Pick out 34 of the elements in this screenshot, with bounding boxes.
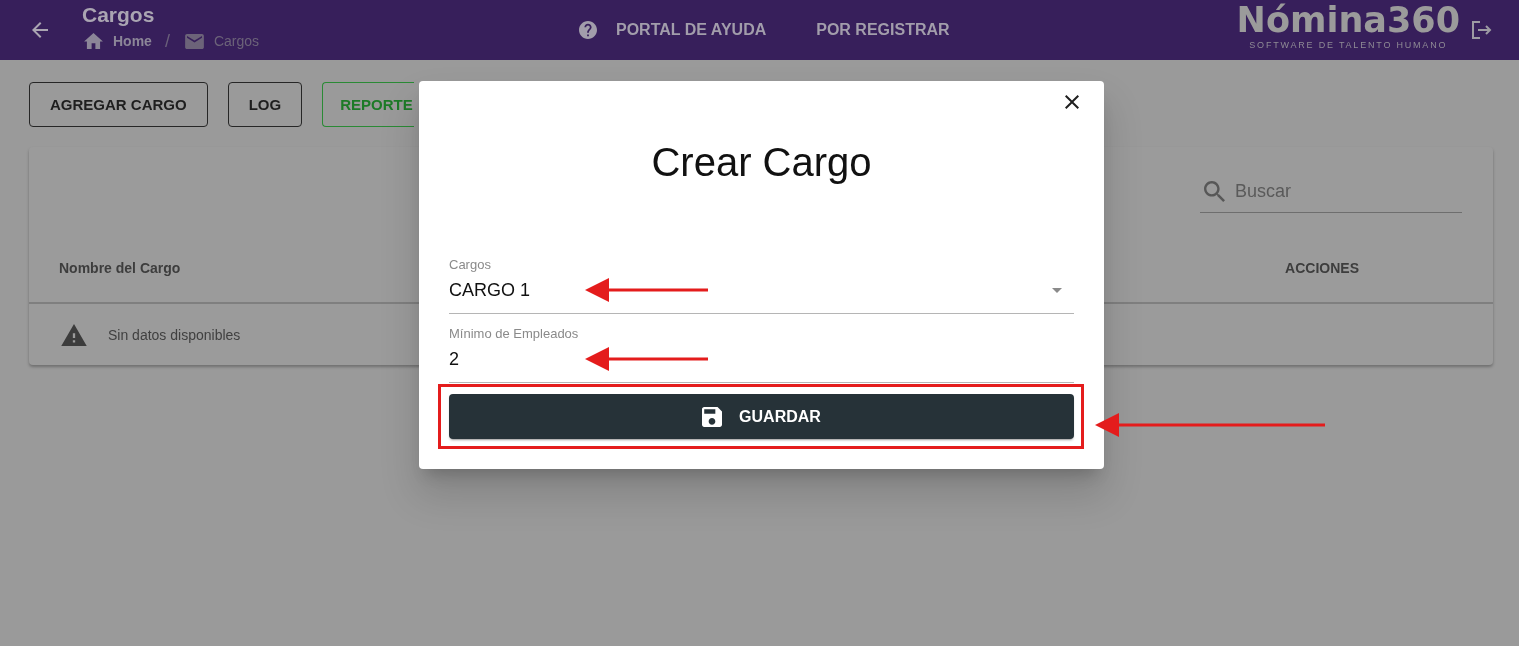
field-label: Cargos	[449, 256, 492, 274]
back-arrow-icon	[32, 22, 48, 38]
add-position-button[interactable]: AGREGAR CARGO	[29, 82, 208, 127]
dialog-title: Crear Cargo	[650, 139, 873, 186]
field-label: Mínimo de Empleados	[449, 325, 580, 343]
breadcrumb-separator: /	[164, 31, 170, 51]
search-input[interactable]: Buscar	[1235, 180, 1462, 202]
search-icon	[1204, 180, 1225, 202]
nav-link[interactable]: POR REGISTRAR	[816, 21, 950, 39]
select-value-input[interactable]: CARGO 1	[449, 279, 1052, 301]
logout-icon	[1472, 21, 1492, 39]
help-icon	[579, 21, 597, 39]
close-icon	[1065, 95, 1079, 109]
search-field[interactable]: Buscar	[1200, 170, 1462, 213]
page-title: Cargos	[82, 2, 155, 27]
logo-tagline: SOFTWARE DE TALENTO HUMANO	[1249, 40, 1448, 51]
warning-icon	[61, 323, 87, 346]
select-field[interactable]: Cargos CARGO 1	[449, 256, 1074, 314]
logo-wordmark: Nómina360	[1236, 1, 1460, 39]
number-input[interactable]: 2	[449, 348, 1074, 370]
save-button[interactable]: GUARDAR	[449, 394, 1074, 439]
number-field[interactable]: Mínimo de Empleados 2	[449, 325, 1074, 383]
column-header: ACCIONES	[1285, 259, 1359, 277]
nav-link[interactable]: PORTAL DE AYUDA	[579, 21, 767, 39]
envelope-icon	[184, 33, 204, 49]
caret-icon	[1052, 287, 1062, 293]
log-button[interactable]: LOG	[227, 82, 303, 127]
column-header: Nombre del Cargo	[59, 259, 181, 277]
breadcrumb-link[interactable]: Home	[82, 33, 152, 49]
home-icon	[84, 33, 103, 49]
logout-button[interactable]	[1472, 21, 1492, 39]
back-button[interactable]	[32, 22, 48, 38]
close-button[interactable]	[1065, 95, 1079, 109]
empty-message: Sin datos disponibles	[108, 326, 241, 343]
